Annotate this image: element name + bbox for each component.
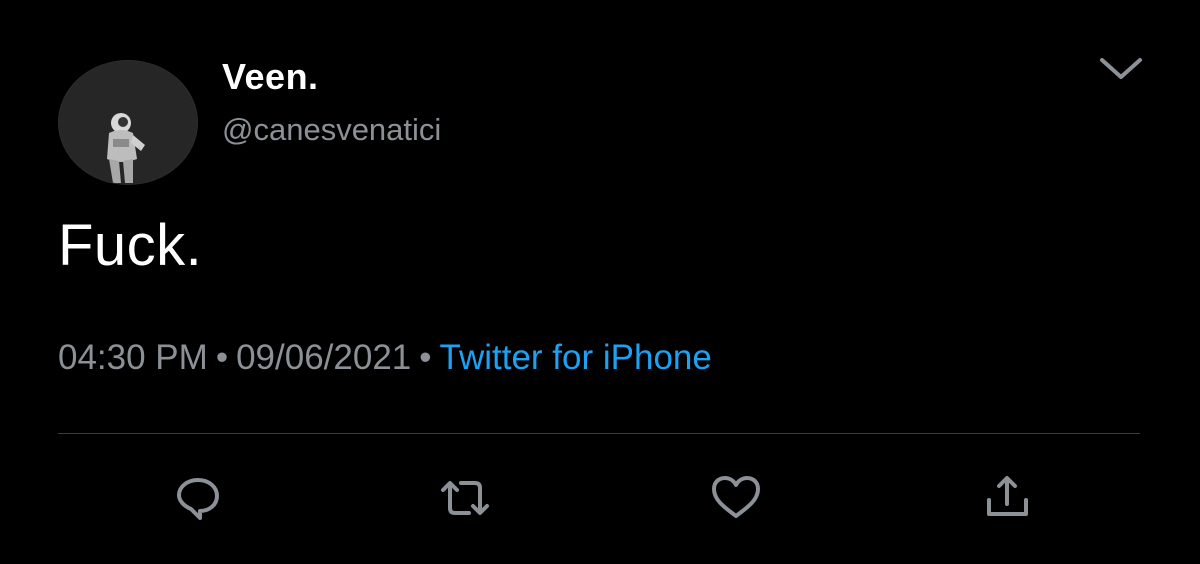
tweet-time[interactable]: 04:30 PM (58, 338, 208, 377)
retweet-icon[interactable] (437, 470, 493, 526)
astronaut-avatar-image (59, 61, 197, 184)
tweet-meta: 04:30 PM • 09/06/2021 • Twitter for iPhone (58, 338, 712, 378)
divider (58, 433, 1140, 434)
tweet-text: Fuck. (58, 213, 203, 278)
chevron-down-icon[interactable] (1098, 56, 1144, 82)
heart-icon[interactable] (708, 470, 764, 526)
tweet-source-link[interactable]: Twitter for iPhone (440, 338, 712, 377)
meta-separator: • (215, 338, 229, 377)
share-icon[interactable] (980, 470, 1036, 526)
meta-separator: • (419, 338, 432, 377)
user-handle[interactable]: @canesvenatici (222, 112, 441, 148)
display-name[interactable]: Veen. (222, 56, 319, 98)
reply-icon[interactable] (170, 470, 226, 526)
tweet-date[interactable]: 09/06/2021 (236, 338, 411, 377)
avatar[interactable] (58, 60, 198, 185)
